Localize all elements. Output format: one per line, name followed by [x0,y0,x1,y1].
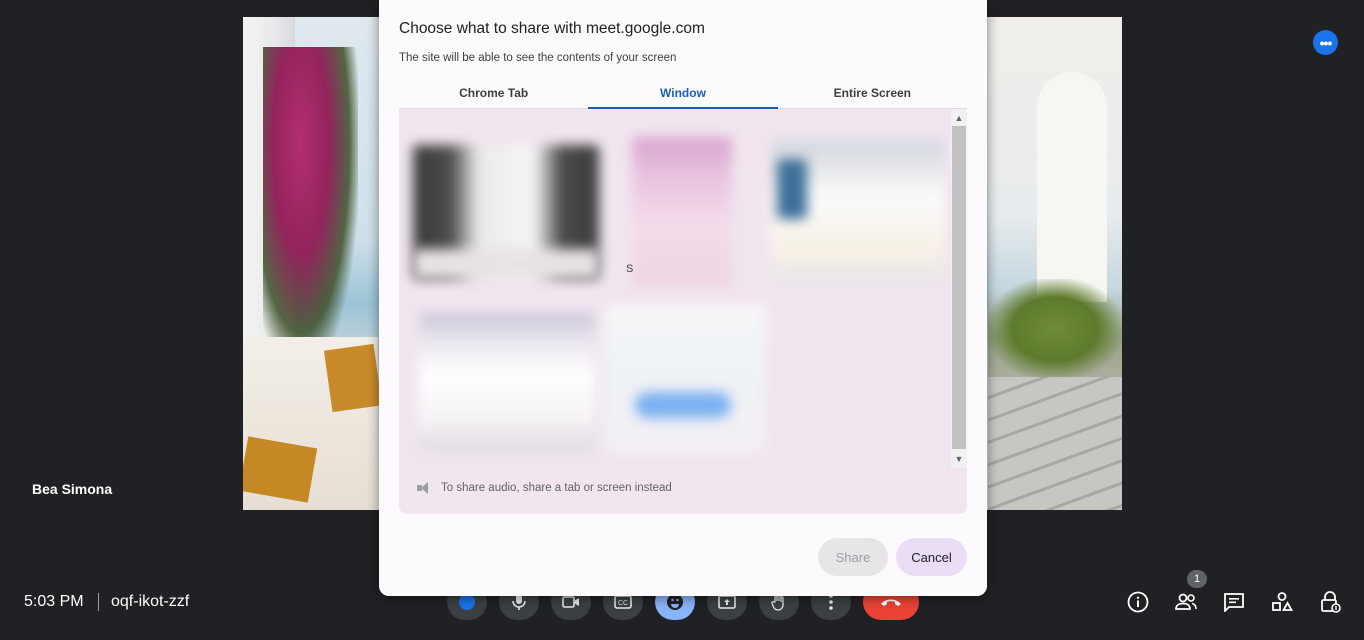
divider [98,593,99,611]
video-steps [988,377,1122,510]
people-button[interactable] [1173,589,1199,615]
window-thumbnail-text: S [626,263,634,275]
captions-icon: CC [614,595,632,609]
chat-icon [1224,593,1244,612]
tab-entire-screen[interactable]: Entire Screen [778,78,967,108]
more-horiz-icon[interactable]: ••• [1313,30,1338,55]
tab-window[interactable]: Window [588,78,778,109]
activities-icon [1272,592,1293,611]
more-vert-icon [829,594,833,610]
chat-button[interactable] [1221,589,1247,615]
speaker-icon [417,481,433,495]
blue-dot-icon [459,594,475,610]
cancel-button[interactable]: Cancel [896,538,967,576]
video-pillow [323,343,383,413]
meeting-time: 5:03 PM [24,593,84,610]
window-picker-panel: S ▲ ▼ To share audio, share a tab or scr… [399,109,967,514]
people-count-badge: 1 [1187,570,1207,588]
video-arch-inner [1037,72,1107,302]
share-tabs: Chrome Tab Window Entire Screen [399,78,967,109]
audio-note-text: To share audio, share a tab or screen in… [441,482,672,494]
video-pillow [243,436,318,503]
tab-chrome-tab[interactable]: Chrome Tab [399,78,588,108]
call-end-icon [881,599,901,606]
window-list-scrollbar[interactable]: ▲ ▼ [951,109,967,468]
window-thumbnail-label [413,249,599,279]
videocam-icon [562,596,579,608]
share-screen-dialog: Choose what to share with meet.google.co… [379,0,987,596]
window-thumbnail-detail [635,392,731,418]
window-thumbnail-detail [777,159,807,219]
window-thumbnail[interactable] [605,305,765,453]
window-grid: S [399,109,949,468]
window-thumbnail[interactable] [419,313,595,453]
svg-text:CC: CC [618,600,628,607]
video-plants [988,279,1122,379]
participant-name: Bea Simona [32,481,113,497]
share-button[interactable]: Share [818,538,888,576]
scrollbar-thumb[interactable] [952,126,966,449]
scroll-up-icon[interactable]: ▲ [951,110,967,126]
present-icon [718,595,736,609]
dialog-title: Choose what to share with meet.google.co… [399,20,705,37]
video-flowers [263,47,358,367]
window-thumbnail[interactable] [632,137,732,287]
meeting-code: oqf-ikot-zzf [111,593,190,610]
people-icon [1175,593,1197,610]
dialog-subtitle: The site will be able to see the content… [399,52,677,64]
activities-button[interactable] [1269,589,1295,615]
host-controls-icon [1321,591,1341,613]
info-icon [1127,591,1149,613]
audio-note: To share audio, share a tab or screen in… [417,481,672,495]
host-controls-button[interactable] [1317,589,1343,615]
scroll-down-icon[interactable]: ▼ [951,451,967,467]
meeting-details-button[interactable] [1125,589,1151,615]
